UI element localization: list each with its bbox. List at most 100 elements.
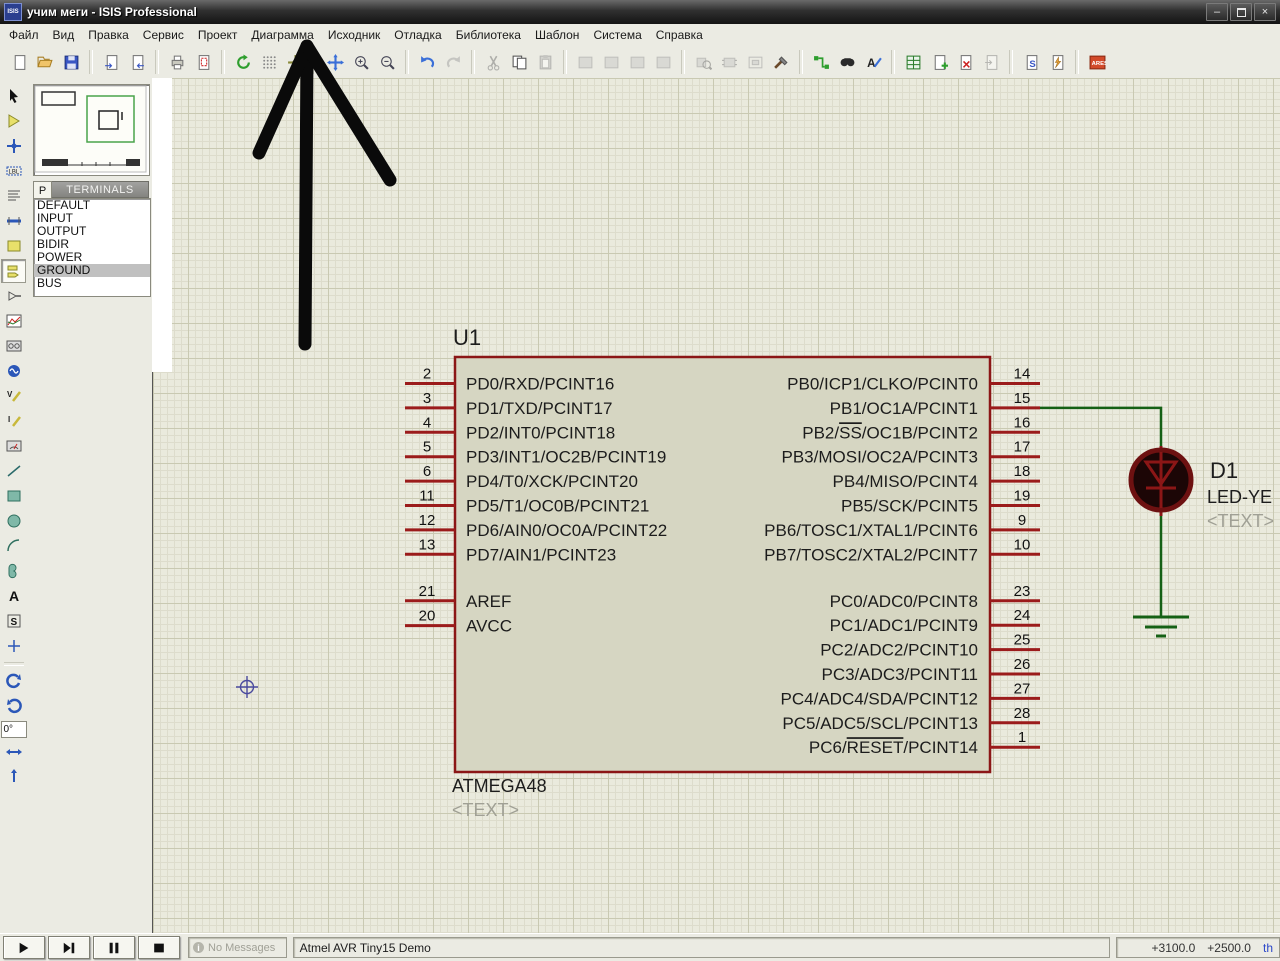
pin-number: 19	[1014, 488, 1031, 505]
current-probe-mode-button[interactable]: I	[1, 409, 26, 433]
menu-item-4[interactable]: Сервис	[136, 25, 191, 45]
rotation-angle-field[interactable]: 0°	[1, 721, 27, 738]
menu-item-5[interactable]: Проект	[191, 25, 245, 45]
menu-item-11[interactable]: Система	[586, 25, 648, 45]
zoom-out-button[interactable]	[374, 49, 400, 75]
svg-text:V: V	[7, 390, 13, 399]
mirror-horizontal-button[interactable]	[1, 740, 26, 764]
component-mode-button[interactable]	[1, 109, 26, 133]
wire-pb1-to-led[interactable]	[1040, 408, 1161, 450]
line-2d-mode-button[interactable]	[1, 459, 26, 483]
junction-dot-mode-button[interactable]	[1, 134, 26, 158]
new-file-button[interactable]	[6, 49, 32, 75]
electrical-check-button[interactable]	[1044, 49, 1070, 75]
mirror-vertical-button[interactable]	[1, 765, 26, 789]
false-origin-button[interactable]	[282, 49, 308, 75]
pick-device-icon	[695, 54, 712, 71]
play-button[interactable]	[3, 936, 45, 959]
stop-button[interactable]	[138, 936, 180, 959]
subcircuit-mode-button[interactable]	[1, 234, 26, 258]
menu-item-10[interactable]: Шаблон	[528, 25, 586, 45]
device-pins-mode-button[interactable]	[1, 284, 26, 308]
pin-number: 4	[423, 414, 431, 431]
tape-recorder-mode-button[interactable]	[1, 334, 26, 358]
export-section-button[interactable]	[124, 49, 150, 75]
pin-number: 11	[419, 488, 435, 505]
close-button[interactable]: ×	[1254, 3, 1276, 21]
print-button[interactable]	[164, 49, 190, 75]
toggle-grid-button[interactable]	[256, 49, 282, 75]
ground-symbol[interactable]	[1133, 617, 1189, 636]
menu-item-12[interactable]: Справка	[649, 25, 710, 45]
svg-text:×: ×	[962, 55, 970, 70]
wire-label-mode-button[interactable]: LBL	[1, 159, 26, 183]
netlist-to-ares-button[interactable]: ARES	[1084, 49, 1110, 75]
led-component[interactable]	[1131, 446, 1191, 516]
undo-icon	[419, 54, 436, 71]
zoom-in-button[interactable]	[348, 49, 374, 75]
design-explorer-button[interactable]	[900, 49, 926, 75]
box-2d-mode-button[interactable]	[1, 484, 26, 508]
overview-minimap[interactable]	[33, 84, 150, 176]
open-file-button[interactable]	[32, 49, 58, 75]
undo-button[interactable]	[414, 49, 440, 75]
text-2d-mode-icon: A	[6, 588, 22, 604]
menu-item-6[interactable]: Диаграмма	[244, 25, 320, 45]
voltage-probe-mode-button[interactable]: V	[1, 384, 26, 408]
rotate-anticlockwise-button[interactable]	[1, 694, 26, 718]
restore-button[interactable]	[1230, 3, 1252, 21]
pin-number: 18	[1014, 463, 1031, 480]
block-delete-button	[650, 49, 676, 75]
generator-mode-button[interactable]	[1, 359, 26, 383]
path-2d-mode-button[interactable]	[1, 559, 26, 583]
save-file-button[interactable]	[58, 49, 84, 75]
text-script-mode-icon	[6, 188, 22, 204]
terminals-mode-button[interactable]	[1, 259, 26, 283]
import-section-button[interactable]	[98, 49, 124, 75]
virtual-instruments-mode-button[interactable]	[1, 434, 26, 458]
rotate-anticlockwise-icon	[6, 698, 22, 714]
decompose-button[interactable]	[768, 49, 794, 75]
menu-item-1[interactable]: Файл	[2, 25, 46, 45]
no-messages-label: No Messages	[208, 942, 275, 954]
pause-button[interactable]	[93, 936, 135, 959]
block-rotate-icon	[629, 54, 646, 71]
menu-item-9[interactable]: Библиотека	[449, 25, 528, 45]
graph-mode-button[interactable]	[1, 309, 26, 333]
redraw-button[interactable]	[230, 49, 256, 75]
view-script-button[interactable]: S	[1018, 49, 1044, 75]
terminal-item-bus[interactable]: BUS	[34, 277, 150, 290]
wire-autorouter-button[interactable]	[808, 49, 834, 75]
mode-toolbar: LBL V I AS 0°	[0, 78, 28, 939]
menu-item-3[interactable]: Правка	[81, 25, 136, 45]
false-origin-icon	[287, 54, 304, 71]
arc-2d-mode-button[interactable]	[1, 534, 26, 558]
text-2d-mode-button[interactable]: A	[1, 584, 26, 608]
schematic-drawing: U1ATMEGA48<TEXT>2PD0/RXD/PCINT163PD1/TXD…	[152, 78, 1280, 933]
search-tag-button[interactable]	[834, 49, 860, 75]
toolbar-separator	[221, 50, 225, 74]
menu-item-2[interactable]: Вид	[46, 25, 82, 45]
copy-button[interactable]	[506, 49, 532, 75]
pin-label: PB7/TOSC2/XTAL2/PCINT7	[764, 545, 978, 564]
rotate-clockwise-button[interactable]	[1, 669, 26, 693]
bus-mode-button[interactable]	[1, 209, 26, 233]
menu-item-8[interactable]: Отладка	[387, 25, 448, 45]
chip-body[interactable]	[455, 357, 990, 772]
menu-item-7[interactable]: Исходник	[321, 25, 387, 45]
symbol-2d-mode-button[interactable]: S	[1, 609, 26, 633]
pan-center-button[interactable]	[322, 49, 348, 75]
selection-mode-button[interactable]	[1, 84, 26, 108]
pin-number: 2	[423, 366, 431, 383]
stop-icon	[152, 941, 166, 955]
minimize-button[interactable]: –	[1206, 3, 1228, 21]
step-button[interactable]	[48, 936, 90, 959]
text-script-mode-button[interactable]	[1, 184, 26, 208]
coord-y: +2500.0	[1207, 941, 1251, 955]
remove-sheet-button[interactable]: ×	[952, 49, 978, 75]
marker-2d-mode-button[interactable]	[1, 634, 26, 658]
mark-print-area-button[interactable]	[190, 49, 216, 75]
property-assignment-button[interactable]: A	[860, 49, 886, 75]
circle-2d-mode-button[interactable]	[1, 509, 26, 533]
new-sheet-button[interactable]	[926, 49, 952, 75]
